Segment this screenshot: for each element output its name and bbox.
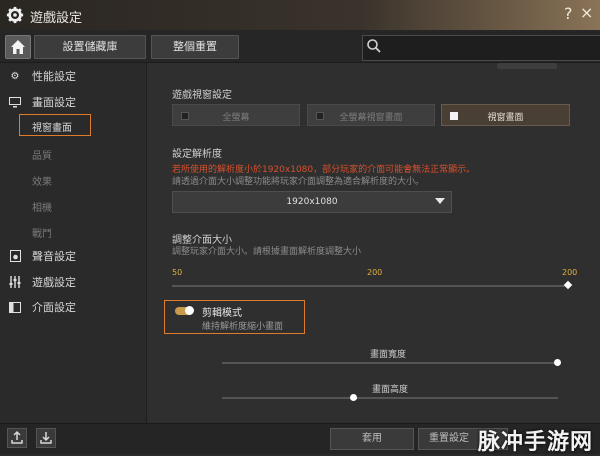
performance-icon: ⚙ <box>10 70 20 82</box>
sidebar-subitem-quality[interactable]: 品質 <box>32 147 52 162</box>
sidebar-item-screen[interactable]: 畫面設定 <box>8 94 76 110</box>
crop-mode-toggle[interactable] <box>175 306 194 315</box>
option-label: 全螢幕視窗畫面 <box>339 113 403 123</box>
help-icon[interactable]: ? <box>564 4 573 23</box>
crop-mode-title: 剪輯模式 <box>202 308 242 319</box>
windowed-option[interactable]: 視窗畫面 <box>441 104 570 126</box>
search-input[interactable] <box>362 35 600 61</box>
screen-height-handle[interactable] <box>350 394 357 401</box>
apply-button[interactable]: 套用 <box>330 428 414 450</box>
resolution-label: 設定解析度 <box>172 149 222 160</box>
import-icon <box>40 432 52 444</box>
export-button[interactable] <box>7 428 27 448</box>
ui-scale-max: 200 <box>562 268 578 277</box>
crop-mode-desc: 維持解析度縮小畫面 <box>202 322 284 332</box>
monitor-icon <box>8 95 22 109</box>
option-label: 視窗畫面 <box>487 113 524 123</box>
import-button[interactable] <box>36 428 56 448</box>
screen-width-label: 畫面寬度 <box>370 350 407 360</box>
sidebar-subitem-label: 視窗畫面 <box>32 123 72 134</box>
sidebar-subitem-window[interactable]: 視窗畫面 <box>19 114 91 136</box>
resolution-value: 1920x1080 <box>286 197 338 207</box>
option-label: 全螢幕 <box>222 113 250 123</box>
chevron-down-icon <box>435 198 445 204</box>
window-title: 遊戲設定 <box>30 11 83 26</box>
screen-height-label: 畫面高度 <box>372 385 409 395</box>
sidebar-item-label: 聲音設定 <box>32 250 76 263</box>
home-button[interactable] <box>5 35 31 59</box>
sidebar-item-performance[interactable]: ⚙ 性能設定 <box>8 68 76 84</box>
gear-icon <box>6 6 24 24</box>
borderless-window-option[interactable]: 全螢幕視窗畫面 <box>307 104 435 126</box>
reset-all-button[interactable]: 整個重置 <box>151 35 239 59</box>
sliders-icon <box>8 275 22 289</box>
toggle-knob <box>185 306 194 315</box>
speaker-icon <box>8 249 22 263</box>
fullscreen-option[interactable]: 全螢幕 <box>172 104 300 126</box>
ui-scale-mid: 200 <box>367 268 383 277</box>
search-icon <box>367 39 381 53</box>
save-library-button[interactable]: 設置儲藏庫 <box>34 35 146 59</box>
export-icon <box>11 430 23 444</box>
screen-height-slider[interactable] <box>222 397 558 399</box>
sidebar-item-label: 介面設定 <box>32 301 76 314</box>
sidebar-item-game[interactable]: 遊戲設定 <box>8 274 76 290</box>
sidebar-subitem-camera[interactable]: 相機 <box>32 199 52 214</box>
ui-scale-min: 50 <box>172 268 183 277</box>
sidebar-item-label: 畫面設定 <box>32 96 76 109</box>
ui-scale-hint: 調整玩家介面大小。請根據畫面解析度調整大小 <box>172 247 362 257</box>
screen-width-slider[interactable] <box>222 362 558 364</box>
close-icon[interactable]: × <box>580 3 593 22</box>
screen-width-handle[interactable] <box>554 359 561 366</box>
window-mode-label: 遊戲視窗設定 <box>172 90 232 101</box>
watermark: 脉冲手游网 <box>478 430 594 455</box>
sidebar-item-label: 性能設定 <box>32 70 76 83</box>
ui-scale-slider[interactable] <box>172 285 568 287</box>
interface-icon <box>8 300 22 314</box>
scrollbar[interactable] <box>497 63 557 69</box>
sidebar-subitem-effects[interactable]: 效果 <box>32 173 52 188</box>
resolution-hint: 請透過介面大小調整功能將玩家介面調整為適合解析度的大小。 <box>172 177 425 187</box>
title-bar <box>0 0 600 30</box>
sidebar-subitem-combat[interactable]: 戰鬥 <box>32 225 52 240</box>
sidebar-item-interface[interactable]: 介面設定 <box>8 299 76 315</box>
resolution-dropdown[interactable]: 1920x1080 <box>172 191 452 213</box>
sidebar-item-sound[interactable]: 聲音設定 <box>8 248 76 264</box>
sidebar-item-label: 遊戲設定 <box>32 276 76 289</box>
home-icon <box>11 40 25 54</box>
